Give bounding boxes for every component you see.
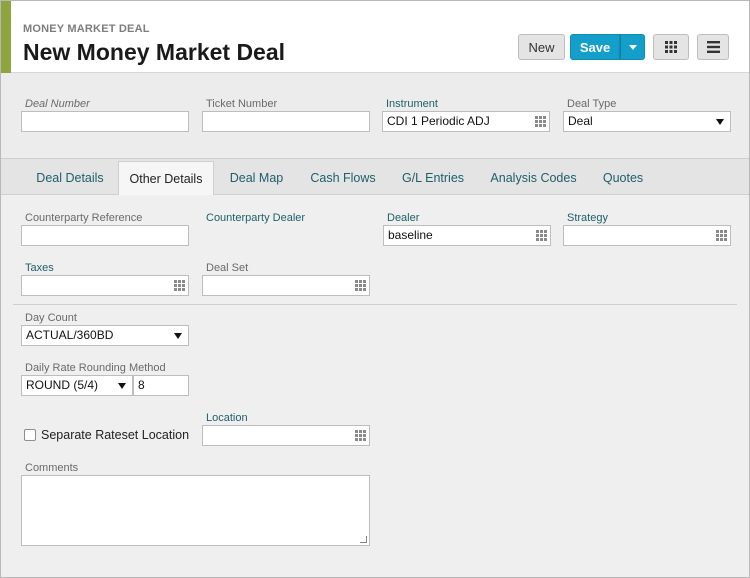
lookup-icon[interactable] <box>536 230 547 241</box>
save-button[interactable]: Save <box>570 34 620 60</box>
strategy-label: Strategy <box>567 212 608 224</box>
tab-bar: Deal Details Other Details Deal Map Cash… <box>1 158 749 196</box>
lookup-icon[interactable] <box>716 230 727 241</box>
lookup-icon[interactable] <box>355 280 366 291</box>
separate-rateset-checkbox[interactable] <box>24 429 36 441</box>
taxes-field[interactable] <box>21 275 189 296</box>
caret-down-icon <box>716 119 724 125</box>
tab-quotes[interactable]: Quotes <box>593 159 653 196</box>
deal-type-value: Deal <box>568 114 593 128</box>
page-title: New Money Market Deal <box>23 39 286 65</box>
caret-down-icon <box>118 383 126 389</box>
window-frame: MONEY MARKET DEAL New Money Market Deal … <box>0 0 750 578</box>
breadcrumb: MONEY MARKET DEAL <box>23 23 150 35</box>
counterparty-reference-label: Counterparty Reference <box>25 212 143 224</box>
ticket-number-input[interactable] <box>202 111 370 132</box>
caret-down-icon <box>628 44 637 50</box>
lookup-icon[interactable] <box>174 280 185 291</box>
deal-set-label: Deal Set <box>206 262 249 274</box>
tab-deal-map[interactable]: Deal Map <box>220 159 293 196</box>
menu-button[interactable] <box>697 34 729 60</box>
deal-number-label: Deal Number <box>25 98 90 110</box>
location-field[interactable] <box>202 425 370 446</box>
tab-other-details[interactable]: Other Details <box>118 161 214 196</box>
deal-type-label: Deal Type <box>567 98 617 110</box>
day-count-select[interactable]: ACTUAL/360BD <box>21 325 189 346</box>
taxes-label: Taxes <box>25 262 54 274</box>
tab-deal-details[interactable]: Deal Details <box>23 159 117 196</box>
accent-bar <box>1 1 11 73</box>
tab-gl-entries[interactable]: G/L Entries <box>392 159 474 196</box>
menu-icon <box>706 41 720 53</box>
lookup-icon[interactable] <box>535 116 546 127</box>
deal-set-field[interactable] <box>202 275 370 296</box>
dealer-value: baseline <box>388 228 433 242</box>
counterparty-reference-input[interactable] <box>21 225 189 246</box>
rounding-method-select[interactable]: ROUND (5/4) <box>21 375 133 396</box>
instrument-field[interactable]: CDI 1 Periodic ADJ <box>382 111 550 132</box>
new-button[interactable]: New <box>518 34 565 60</box>
daily-rate-rounding-label: Daily Rate Rounding Method <box>25 362 166 374</box>
dealer-field[interactable]: baseline <box>383 225 551 246</box>
grid-view-button[interactable] <box>653 34 689 60</box>
lookup-icon[interactable] <box>355 430 366 441</box>
day-count-label: Day Count <box>25 312 77 324</box>
counterparty-dealer-label[interactable]: Counterparty Dealer <box>206 212 305 224</box>
save-dropdown-button[interactable] <box>620 34 645 60</box>
location-label: Location <box>206 412 248 424</box>
instrument-label: Instrument <box>386 98 438 110</box>
comments-textarea[interactable] <box>21 475 370 546</box>
rounding-digits-input[interactable]: 8 <box>133 375 189 396</box>
section-divider <box>13 304 737 305</box>
separate-rateset-label[interactable]: Separate Rateset Location <box>41 428 189 442</box>
resize-handle-icon[interactable] <box>360 536 367 543</box>
page-header: MONEY MARKET DEAL New Money Market Deal … <box>1 1 749 73</box>
deal-number-input[interactable] <box>21 111 189 132</box>
caret-down-icon <box>174 333 182 339</box>
tab-analysis-codes[interactable]: Analysis Codes <box>480 159 587 196</box>
rounding-method-value: ROUND (5/4) <box>26 378 99 392</box>
instrument-value: CDI 1 Periodic ADJ <box>387 114 490 128</box>
ticket-number-label: Ticket Number <box>206 98 278 110</box>
grid-icon <box>665 41 677 53</box>
comments-label: Comments <box>25 462 79 474</box>
day-count-value: ACTUAL/360BD <box>26 328 114 342</box>
deal-type-select[interactable]: Deal <box>563 111 731 132</box>
dealer-label: Dealer <box>387 212 420 224</box>
tab-cash-flows[interactable]: Cash Flows <box>299 159 387 196</box>
strategy-field[interactable] <box>563 225 731 246</box>
